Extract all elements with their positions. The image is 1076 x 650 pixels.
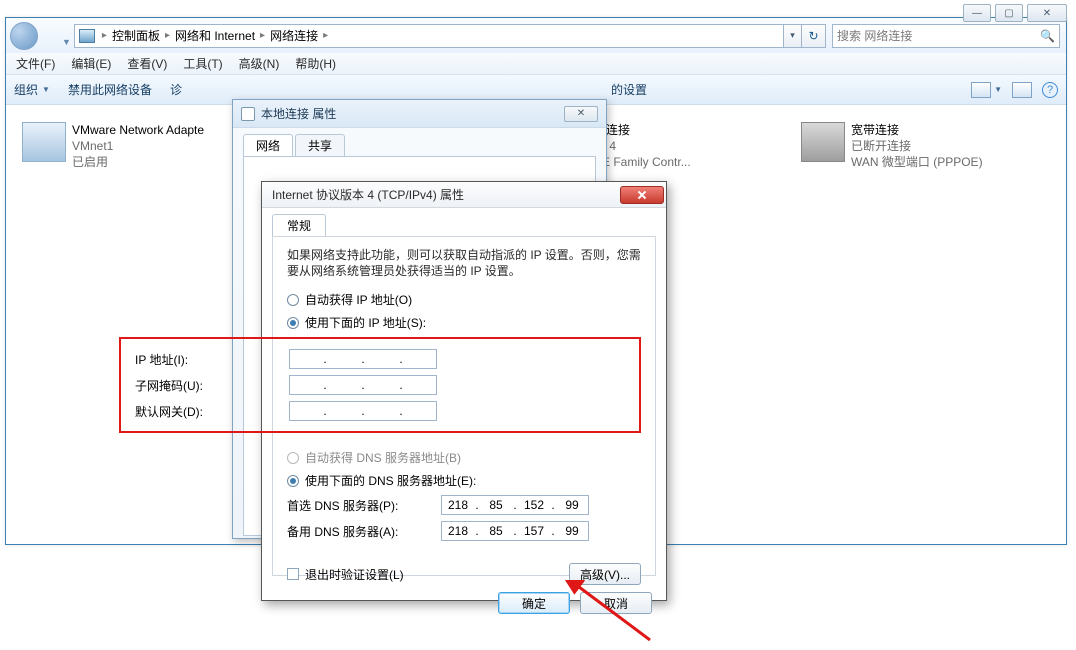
netitem-line3: WAN 微型端口 (PPPOE) — [851, 154, 983, 170]
toolbar-organize-label: 组织 — [14, 81, 38, 98]
radio-manual-ip[interactable] — [287, 317, 299, 329]
dialog-close-button[interactable]: ✕ — [564, 106, 598, 122]
search-icon: 🔍 — [1040, 29, 1055, 43]
gateway-input[interactable]: ... — [289, 401, 437, 421]
radio-auto-ip[interactable] — [287, 294, 299, 306]
toolbar-disable-device[interactable]: 禁用此网络设备 — [68, 81, 152, 98]
checkbox-validate-label: 退出时验证设置(L) — [305, 566, 404, 583]
search-input[interactable]: 搜索 网络连接 🔍 — [832, 24, 1060, 48]
highlight-ip-fields: IP 地址(I): ... 子网掩码(U): ... 默认网关(D): ... — [119, 337, 641, 433]
nav-back-button[interactable] — [10, 22, 38, 50]
minimize-button[interactable]: — — [963, 4, 991, 22]
radio-manual-dns-label: 使用下面的 DNS 服务器地址(E): — [305, 472, 476, 489]
breadcrumb-arrow-icon: ▸ — [162, 30, 173, 41]
address-bar[interactable]: ▸ 控制面板 ▸ 网络和 Internet ▸ 网络连接 ▸ — [74, 24, 784, 48]
netitem-line2: VMnet1 — [72, 138, 204, 154]
menu-tools[interactable]: 工具(T) — [183, 55, 222, 72]
netitem-name: 宽带连接 — [851, 122, 983, 138]
chevron-down-icon[interactable]: ▼ — [994, 85, 1002, 94]
netitem-line2: 络 4 — [594, 138, 691, 154]
dialog-close-button[interactable] — [620, 186, 664, 204]
netitem-name: VMware Network Adapte — [72, 122, 204, 138]
ip-field-label: IP 地址(I): — [135, 351, 289, 368]
menu-advanced[interactable]: 高级(N) — [239, 55, 280, 72]
tab-sharing[interactable]: 共享 — [295, 134, 345, 156]
breadcrumb-arrow-icon: ▸ — [99, 30, 110, 41]
netitem-line3: BE Family Contr... — [594, 154, 691, 170]
tab-network[interactable]: 网络 — [243, 134, 293, 156]
menu-edit[interactable]: 编辑(E) — [71, 55, 111, 72]
tab-general[interactable]: 常规 — [272, 214, 326, 236]
annotation-arrow-icon — [555, 580, 675, 650]
dialog-titlebar[interactable]: Internet 协议版本 4 (TCP/IPv4) 属性 — [262, 182, 666, 208]
toolbar-diagnose-partial[interactable]: 诊 — [170, 81, 182, 98]
radio-manual-dns[interactable] — [287, 475, 299, 487]
toolbar-settings-partial[interactable]: 的设置 — [611, 81, 647, 98]
checkbox-validate-on-exit[interactable] — [287, 568, 299, 580]
radio-auto-dns — [287, 452, 299, 464]
dialog-panel: 如果网络支持此功能，则可以获取自动指派的 IP 设置。否则，您需要从网络系统管理… — [272, 236, 656, 576]
dialog-titlebar[interactable]: 本地连接 属性 ✕ — [233, 100, 606, 128]
netitem-line3: 已启用 — [72, 154, 204, 170]
subnet-mask-input[interactable]: ... — [289, 375, 437, 395]
netitem-line2: 已断开连接 — [851, 138, 983, 154]
breadcrumb-seg-control-panel[interactable]: 控制面板 — [110, 27, 162, 44]
radio-auto-ip-label: 自动获得 IP 地址(O) — [305, 291, 412, 308]
dns1-field-label: 首选 DNS 服务器(P): — [287, 497, 441, 514]
dialog-title: 本地连接 属性 — [261, 105, 336, 122]
address-dropdown-button[interactable]: ▾ — [784, 24, 802, 48]
help-icon[interactable]: ? — [1042, 82, 1058, 98]
preview-pane-button[interactable] — [1012, 82, 1032, 98]
close-button[interactable]: ✕ — [1027, 4, 1067, 22]
chevron-down-icon: ▼ — [42, 85, 50, 94]
view-mode-button[interactable] — [971, 82, 991, 98]
dns2-input[interactable]: 218. 85. 157. 99 — [441, 521, 589, 541]
dialog-title: Internet 协议版本 4 (TCP/IPv4) 属性 — [272, 186, 464, 203]
netitem-name: 地连接 — [594, 122, 691, 138]
menu-help[interactable]: 帮助(H) — [295, 55, 336, 72]
plug-icon — [241, 107, 255, 121]
network-adapter-icon — [22, 122, 66, 162]
control-panel-icon — [79, 29, 95, 43]
breadcrumb-seg-network[interactable]: 网络和 Internet — [173, 27, 257, 44]
breadcrumb-arrow-icon: ▸ — [257, 30, 268, 41]
menubar: 文件(F) 编辑(E) 查看(V) 工具(T) 高级(N) 帮助(H) — [6, 53, 1066, 75]
gateway-field-label: 默认网关(D): — [135, 403, 289, 420]
breadcrumb-seg-connections[interactable]: 网络连接 — [268, 27, 320, 44]
netitem-wan[interactable]: 宽带连接 已断开连接 WAN 微型端口 (PPPOE) — [801, 122, 1061, 170]
radio-auto-dns-label: 自动获得 DNS 服务器地址(B) — [305, 449, 461, 466]
menu-view[interactable]: 查看(V) — [127, 55, 167, 72]
network-adapter-icon — [801, 122, 845, 162]
address-row: ▼ ▸ 控制面板 ▸ 网络和 Internet ▸ 网络连接 ▸ ▾ ↻ 搜索 … — [6, 18, 1066, 53]
dns1-input[interactable]: 218. 85. 152. 99 — [441, 495, 589, 515]
breadcrumb-arrow-icon: ▸ — [320, 30, 331, 41]
ipv4-properties-dialog: Internet 协议版本 4 (TCP/IPv4) 属性 常规 如果网络支持此… — [261, 181, 667, 601]
refresh-button[interactable]: ↻ — [802, 24, 826, 48]
mask-field-label: 子网掩码(U): — [135, 377, 289, 394]
radio-manual-ip-label: 使用下面的 IP 地址(S): — [305, 314, 426, 331]
ipv4-description: 如果网络支持此功能，则可以获取自动指派的 IP 设置。否则，您需要从网络系统管理… — [287, 247, 641, 279]
nav-history-dropdown[interactable]: ▼ — [62, 37, 71, 47]
dns2-field-label: 备用 DNS 服务器(A): — [287, 523, 441, 540]
toolbar-organize[interactable]: 组织 ▼ — [14, 81, 50, 98]
search-placeholder: 搜索 网络连接 — [837, 27, 912, 44]
menu-file[interactable]: 文件(F) — [16, 55, 55, 72]
netitem-lan-partial[interactable]: 地连接 络 4 BE Family Contr... — [594, 122, 794, 170]
ip-address-input[interactable]: ... — [289, 349, 437, 369]
maximize-button[interactable]: ▢ — [995, 4, 1023, 22]
